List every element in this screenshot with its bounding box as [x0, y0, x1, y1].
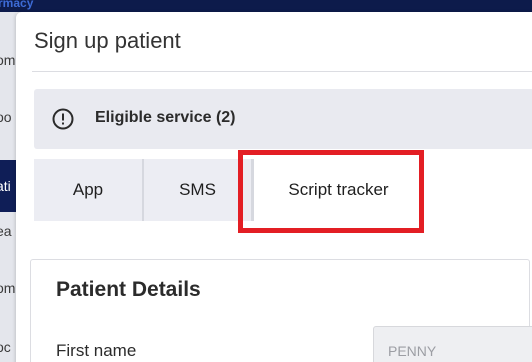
eligible-service-banner: Eligible service (2): [34, 89, 532, 149]
script-tracker-highlight-box: [238, 150, 424, 233]
background-sidebar-item[interactable]: ati: [0, 178, 16, 194]
background-sidebar-item[interactable]: oc: [0, 339, 16, 355]
background-header-text: rmacy: [0, 0, 34, 10]
info-circle-icon: [52, 108, 74, 130]
tab-app[interactable]: App: [34, 159, 144, 221]
background-sidebar-item[interactable]: oo: [0, 109, 16, 125]
background-header: rmacy: [0, 0, 532, 12]
background-sidebar: om oo ati ea om oc: [0, 12, 16, 362]
tab-bar-filler: [423, 159, 532, 221]
background-sidebar-item[interactable]: om: [0, 52, 16, 68]
first-name-field[interactable]: PENNY: [373, 326, 532, 362]
background-sidebar-item[interactable]: ea: [0, 223, 16, 239]
background-sidebar-active-item[interactable]: ati: [0, 160, 16, 212]
first-name-label: First name: [56, 341, 137, 360]
patient-details-title: Patient Details: [56, 278, 201, 301]
eligible-service-label: Eligible service (2): [95, 109, 236, 126]
tab-sms[interactable]: SMS: [144, 159, 253, 221]
background-sidebar-item[interactable]: om: [0, 280, 16, 296]
modal-divider: [32, 71, 532, 72]
patient-details-card: Patient Details First name PENNY: [30, 259, 532, 362]
modal-title: Sign up patient: [34, 28, 181, 53]
